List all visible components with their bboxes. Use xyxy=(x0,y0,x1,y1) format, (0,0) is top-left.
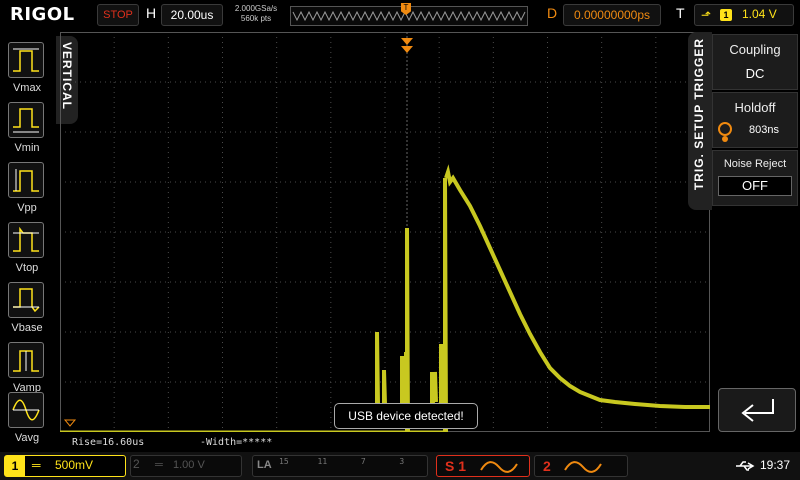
vamp-icon xyxy=(8,342,44,378)
trigger-level: 1.04 V xyxy=(742,7,777,21)
coupling-label: Coupling xyxy=(729,42,781,57)
ch2-dc-coupling-icon: ═ xyxy=(155,459,163,471)
run-stop-status[interactable]: STOP xyxy=(97,4,139,26)
ch1-scale: 500mV xyxy=(55,458,94,472)
coupling-menu[interactable]: Coupling DC xyxy=(712,34,798,90)
usb-icon xyxy=(736,461,755,471)
vtop-icon xyxy=(8,222,44,258)
memory-points: 560k pts xyxy=(240,14,272,23)
top-status-bar: RIGOL STOP H 20.00us 2.000GSa/s 560k pts… xyxy=(0,0,800,32)
return-arrow-icon xyxy=(741,399,774,422)
trigger-level-arrow[interactable] xyxy=(401,38,413,45)
serial-bus-1-status[interactable]: S 1 xyxy=(436,455,530,477)
vavg-icon xyxy=(8,392,44,428)
trigger-source-badge: 1 xyxy=(720,9,732,21)
channel-2-status[interactable]: 2 ═ 1.00 V xyxy=(130,455,242,477)
noise-reject-menu[interactable]: Noise Reject OFF xyxy=(712,150,798,206)
measure-vbase-button[interactable]: Vbase xyxy=(8,282,46,340)
s1-label: S 1 xyxy=(445,458,467,474)
rotary-knob-icon xyxy=(718,122,732,142)
ch2-scale: 1.00 V xyxy=(173,459,205,471)
vmax-icon xyxy=(8,42,44,78)
vtop-label: Vtop xyxy=(15,262,39,274)
measure-vavg-button[interactable]: Vavg xyxy=(8,392,46,450)
vmin-icon xyxy=(8,102,44,138)
measure-vpp-button[interactable]: Vpp xyxy=(8,162,46,220)
trigger-setup-tab[interactable]: TRIG. SETUP TRIGGER xyxy=(688,32,712,210)
usb-notification: USB device detected! xyxy=(334,403,478,429)
vpp-icon xyxy=(8,162,44,198)
width-readout: -Width=***** xyxy=(200,437,273,448)
holdoff-label: Holdoff xyxy=(734,100,776,115)
clock: 19:37 xyxy=(760,458,791,472)
horizontal-scale[interactable]: 20.00us xyxy=(161,4,223,26)
rise-time-readout: Rise=16.60us xyxy=(72,437,145,448)
rigol-logo: RIGOL xyxy=(10,4,75,25)
trigger-status[interactable]: ⬏ 1 1.04 V xyxy=(694,4,794,26)
s2-label: 2 xyxy=(543,458,551,474)
vavg-label: Vavg xyxy=(14,432,40,444)
ch1-waveform-trace xyxy=(375,164,710,432)
sample-rate-readout: 2.000GSa/s 560k pts xyxy=(228,4,284,24)
sample-rate: 2.000GSa/s xyxy=(234,4,278,13)
vmin-label: Vmin xyxy=(14,142,40,154)
vbase-icon xyxy=(8,282,44,318)
measure-vmax-button[interactable]: Vmax xyxy=(8,42,46,100)
horizontal-label: H xyxy=(146,5,157,21)
rising-edge-icon: ⬏ xyxy=(701,8,712,22)
vbase-label: Vbase xyxy=(11,322,43,334)
waveform-display[interactable] xyxy=(60,32,710,432)
horizontal-delay[interactable]: 0.00000000ps xyxy=(563,4,661,26)
coupling-value: DC xyxy=(745,66,765,81)
ch1-number: 1 xyxy=(5,456,25,476)
measure-vtop-button[interactable]: Vtop xyxy=(8,222,46,280)
channel-1-status[interactable]: 1 ═ 500mV xyxy=(4,455,126,477)
la-label: LA xyxy=(257,459,272,471)
logic-analyzer-status[interactable]: LA 15 11 7 3 xyxy=(252,455,428,477)
holdoff-menu[interactable]: Holdoff 803ns xyxy=(712,92,798,148)
ch1-dc-coupling-icon: ═ xyxy=(32,458,41,472)
serial-bus-2-status[interactable]: 2 xyxy=(534,455,628,477)
delay-label: D xyxy=(547,5,558,21)
noise-reject-value: OFF xyxy=(718,176,792,196)
trigger-label: T xyxy=(676,5,685,21)
measurement-panel: Vmax Vmin Vpp Vtop Vbase Vamp Vavg xyxy=(0,36,56,452)
s1-wave-icon xyxy=(480,461,518,473)
la-channel-numbers: 15 11 7 3 xyxy=(279,457,405,466)
noise-reject-label: Noise Reject xyxy=(723,158,787,170)
return-button[interactable] xyxy=(718,388,796,432)
vpp-label: Vpp xyxy=(17,202,37,214)
vmax-label: Vmax xyxy=(12,82,42,94)
measure-vmin-button[interactable]: Vmin xyxy=(8,102,46,160)
measurement-readout-line: Rise=16.60us -Width=***** xyxy=(60,435,700,451)
ch2-number: 2 xyxy=(133,457,140,471)
trigger-level-arrow-lower xyxy=(401,46,413,53)
ch1-offset-marker[interactable] xyxy=(63,419,77,427)
s2-wave-icon xyxy=(564,461,602,473)
holdoff-value: 803ns xyxy=(749,124,779,136)
bottom-channel-bar: 1 ═ 500mV 2 ═ 1.00 V LA 15 11 7 3 S 1 2 … xyxy=(0,452,800,480)
